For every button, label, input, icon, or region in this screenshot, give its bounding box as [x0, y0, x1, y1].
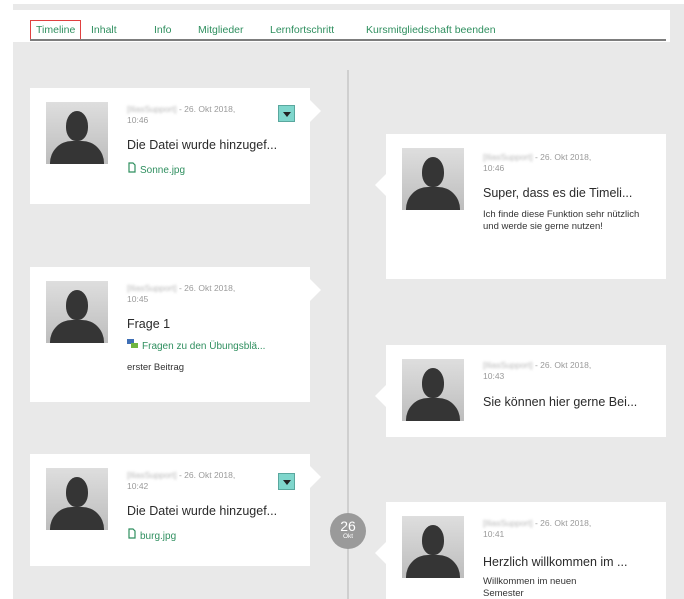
- post-meta: [IliasSupport] - 26. Okt 2018, 10:43: [483, 360, 591, 382]
- tab-timeline[interactable]: Timeline: [30, 20, 82, 40]
- timeline-post: [IliasSupport] - 26. Okt 2018, 10:43 Sie…: [375, 345, 666, 437]
- file-icon: [127, 162, 136, 177]
- date-badge-day: 26: [340, 518, 356, 534]
- post-description: erster Beitrag: [127, 362, 185, 373]
- post-meta: [IliasSupport] - 26. Okt 2018, 10:41: [483, 518, 591, 540]
- post-author: [IliasSupport]: [127, 104, 177, 114]
- post-time: 10:46: [127, 115, 149, 125]
- post-author: [IliasSupport]: [127, 470, 177, 480]
- post-title[interactable]: Frage 1: [127, 317, 170, 332]
- avatar: [46, 468, 108, 530]
- post-date: - 26. Okt 2018,: [532, 360, 592, 370]
- tab-mitglieder[interactable]: Mitglieder: [198, 23, 244, 37]
- post-meta: [IliasSupport] - 26. Okt 2018, 10:46: [127, 104, 235, 126]
- post-link-label: Sonne.jpg: [140, 165, 186, 176]
- post-author: [IliasSupport]: [127, 283, 177, 293]
- chevron-down-icon: [283, 112, 291, 117]
- avatar: [402, 148, 464, 210]
- avatar: [402, 516, 464, 578]
- post-meta: [IliasSupport] - 26. Okt 2018, 10:42: [127, 470, 235, 492]
- post-author: [IliasSupport]: [483, 518, 533, 528]
- post-date: - 26. Okt 2018,: [176, 283, 236, 293]
- post-description: Ich finde diese Funktion sehr nützlich u…: [483, 209, 640, 232]
- post-description: Willkommen im neuen Semester: [483, 576, 577, 599]
- timeline-post: [IliasSupport] - 26. Okt 2018, 10:46 Sup…: [375, 134, 666, 279]
- timeline-post: [IliasSupport] - 26. Okt 2018, 10:42 Die…: [30, 454, 321, 566]
- avatar: [402, 359, 464, 421]
- post-time: 10:45: [127, 294, 149, 304]
- tab-underline: [30, 39, 666, 41]
- post-link[interactable]: burg.jpg: [127, 528, 176, 543]
- post-meta: [IliasSupport] - 26. Okt 2018, 10:45: [127, 283, 235, 305]
- post-time: 10:41: [483, 529, 505, 539]
- timeline-post: [IliasSupport] - 26. Okt 2018, 10:41 Her…: [375, 502, 666, 599]
- date-badge-month: Okt: [342, 533, 354, 540]
- post-title[interactable]: Die Datei wurde hinzugef...: [127, 138, 277, 153]
- avatar: [46, 102, 108, 164]
- tab-lernfortschritt[interactable]: Lernfortschritt: [270, 23, 334, 37]
- file-icon: [127, 528, 136, 543]
- date-badge: 26 Okt: [330, 513, 366, 549]
- post-time: 10:46: [483, 163, 505, 173]
- post-time: 10:43: [483, 371, 505, 381]
- post-author: [IliasSupport]: [483, 360, 533, 370]
- timeline-post: [IliasSupport] - 26. Okt 2018, 10:46 Die…: [30, 88, 321, 204]
- post-time: 10:42: [127, 481, 149, 491]
- tab-info[interactable]: Info: [154, 23, 172, 37]
- post-link-label: Fragen zu den Übungsblä...: [142, 341, 266, 352]
- post-title[interactable]: Super, dass es die Timeli...: [483, 186, 632, 201]
- avatar: [46, 281, 108, 343]
- post-link-label: burg.jpg: [140, 531, 177, 542]
- post-date: - 26. Okt 2018,: [176, 470, 236, 480]
- post-meta: [IliasSupport] - 26. Okt 2018, 10:46: [483, 152, 591, 174]
- post-date: - 26. Okt 2018,: [532, 518, 592, 528]
- post-title[interactable]: Sie können hier gerne Bei...: [483, 395, 637, 410]
- post-link[interactable]: Sonne.jpg: [127, 162, 185, 177]
- tab-kursmitgliedschaft-beenden[interactable]: Kursmitgliedschaft beenden: [366, 23, 496, 37]
- timeline-post: [IliasSupport] - 26. Okt 2018, 10:45 Fra…: [30, 267, 321, 402]
- post-actions-button[interactable]: [278, 105, 295, 122]
- post-date: - 26. Okt 2018,: [176, 104, 236, 114]
- post-date: - 26. Okt 2018,: [532, 152, 592, 162]
- post-title[interactable]: Herzlich willkommen im ...: [483, 555, 627, 570]
- chevron-down-icon: [283, 480, 291, 485]
- post-actions-button[interactable]: [278, 473, 295, 490]
- tab-inhalt[interactable]: Inhalt: [91, 23, 117, 37]
- post-author: [IliasSupport]: [483, 152, 533, 162]
- post-link[interactable]: Fragen zu den Übungsblä...: [127, 339, 265, 353]
- post-title[interactable]: Die Datei wurde hinzugef...: [127, 504, 277, 519]
- forum-icon: [127, 339, 138, 353]
